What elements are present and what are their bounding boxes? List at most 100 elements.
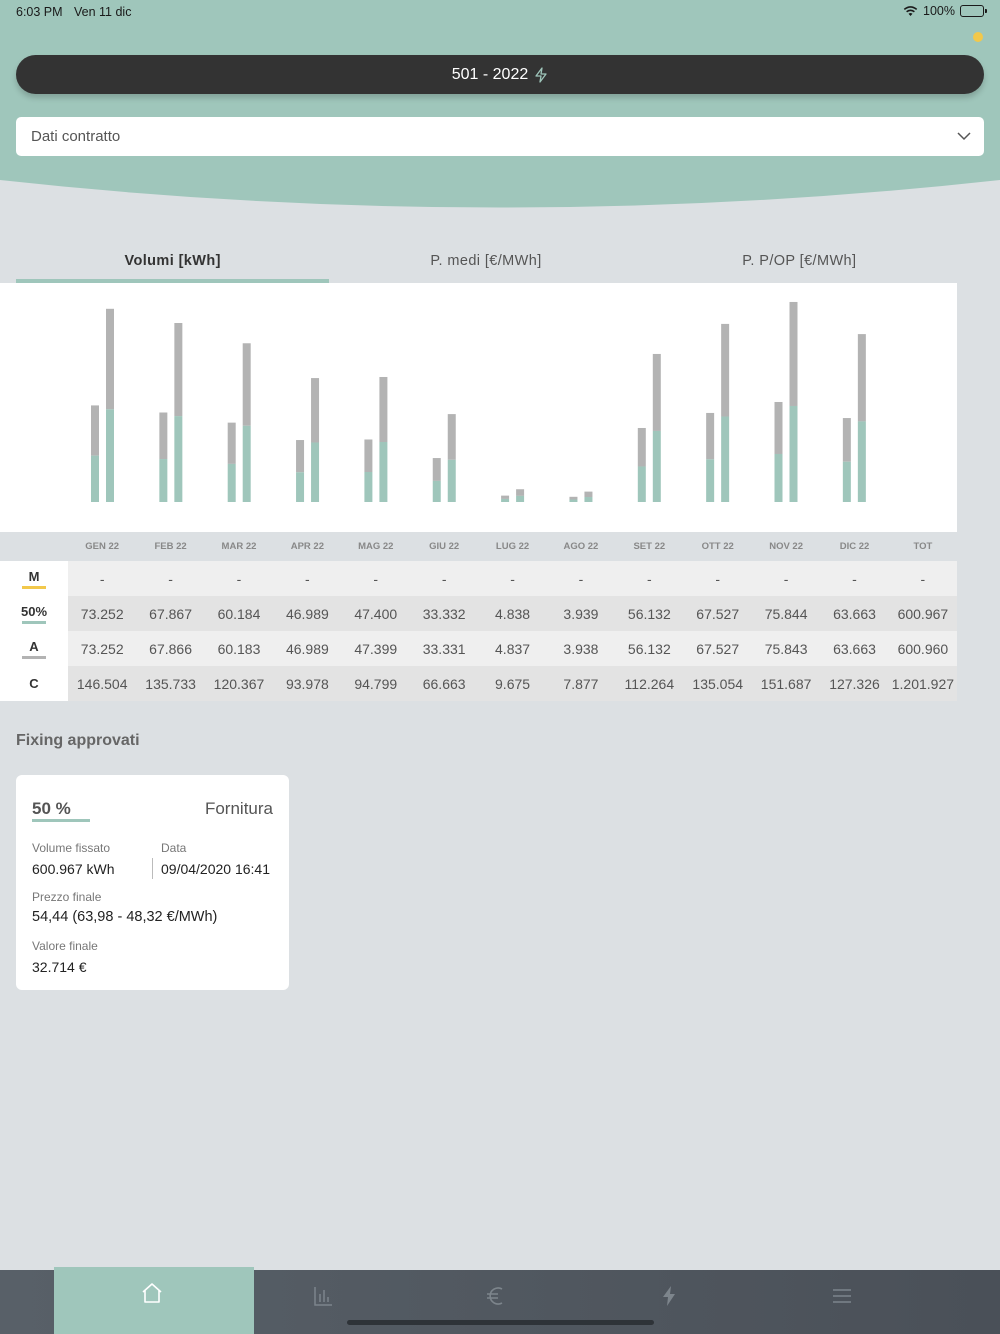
col-header: SET 22 <box>633 541 666 552</box>
col-header: MAR 22 <box>221 541 257 552</box>
table-cell: - <box>305 570 310 587</box>
bar-fifty-lower <box>432 480 441 502</box>
table-cell: 7.877 <box>563 675 599 692</box>
table-cell: 33.331 <box>422 640 466 657</box>
table-cell: 135.733 <box>145 675 196 692</box>
table-cell: 146.504 <box>76 675 128 692</box>
bar-total-lower <box>721 416 730 502</box>
table-cell: 4.837 <box>495 640 531 657</box>
chevron-down-icon <box>957 132 971 141</box>
col-header: LUG 22 <box>495 541 530 552</box>
bar-total-lower <box>447 459 456 502</box>
table-cell: - <box>99 570 105 587</box>
table-cell: 73.252 <box>80 640 124 657</box>
bar-total-upper <box>857 334 866 422</box>
fixing-kind: Fornitura <box>204 799 273 818</box>
fixing-card[interactable]: 50 % Fornitura Volume fissato 600.967 kW… <box>16 775 289 990</box>
fixing-percent: 50 % <box>32 799 71 818</box>
table-row: A 73.252 67.866 60.183 46.989 47.399 33.331 4.8… <box>0 631 957 666</box>
row-legend-bar <box>22 655 46 659</box>
row-legend-bar <box>22 585 46 589</box>
home-icon <box>142 1283 162 1303</box>
table-cell: 73.252 <box>80 605 124 622</box>
table-cell: 63.663 <box>833 640 876 657</box>
status-time: 6:03 PM <box>16 5 63 19</box>
bar-fifty-lower <box>227 463 236 502</box>
bar-total-upper <box>174 323 183 417</box>
table-row: C 146.504 135.733 120.367 93.978 94.799 66.663… <box>0 666 957 701</box>
table-cell: 3.939 <box>563 605 599 622</box>
bar-fifty-lower <box>159 459 168 502</box>
bar-fifty-upper <box>842 418 851 462</box>
bar-total-lower <box>789 405 798 502</box>
bolt-outline-icon <box>535 66 547 83</box>
col-header: OTT 22 <box>701 541 734 552</box>
bar-fifty-lower <box>842 461 851 502</box>
table-cell: 56.132 <box>627 605 671 622</box>
bar-fifty-upper <box>637 427 646 467</box>
status-date: Ven 11 dic <box>74 5 132 19</box>
table-cell: - <box>441 570 447 587</box>
bar-total-lower <box>242 425 251 502</box>
contract-selector[interactable]: 501 - 2022 <box>16 55 984 94</box>
table-cell: 75.844 <box>764 605 808 622</box>
col-header: FEB 22 <box>154 541 187 552</box>
table-cell: 46.989 <box>285 640 329 657</box>
chart-icon[interactable] <box>311 1284 335 1308</box>
col-header: APR 22 <box>290 541 324 552</box>
table-cell: 135.054 <box>692 675 744 692</box>
table-header: GEN 22 FEB 22 MAR 22 APR 22 MAG 22 GIU 2… <box>0 532 957 561</box>
percent-underline <box>32 819 90 822</box>
bar-total-lower <box>174 416 183 502</box>
col-header: AGO 22 <box>563 541 599 552</box>
col-header: TOT <box>913 541 933 552</box>
row-label-text: C <box>29 676 39 691</box>
table-cell: 600.967 <box>897 605 949 622</box>
bar-total-upper <box>721 323 730 417</box>
bar-fifty-upper <box>227 422 236 464</box>
table-cell: - <box>646 570 652 587</box>
row-label-text: 50% <box>20 603 48 619</box>
bar-fifty-upper <box>569 496 578 500</box>
bar-fifty-upper <box>501 495 510 499</box>
table-cell: 67.867 <box>149 605 192 622</box>
data-tabs: Volumi [kWh] P. medi [€/MWh] P. P/OP [€/… <box>16 246 956 283</box>
notification-dot[interactable] <box>973 32 983 42</box>
row-legend-bar <box>22 620 46 624</box>
bar-total-lower <box>106 409 114 502</box>
table-cell: - <box>236 570 242 587</box>
tab-prezzi-pop[interactable]: P. P/OP [€/MWh] <box>643 246 956 283</box>
wifi-icon <box>903 6 918 16</box>
tab-volumi[interactable]: Volumi [kWh] <box>16 246 330 283</box>
table-cell: 60.184 <box>217 605 261 622</box>
tab-home[interactable] <box>54 1267 254 1334</box>
col-header: GIU 22 <box>429 541 460 552</box>
bolt-icon[interactable] <box>657 1284 681 1308</box>
euro-icon[interactable] <box>484 1284 508 1308</box>
price-value: 54,44 (63,98 - 48,32 €/MWh) <box>32 909 218 925</box>
row-label: M <box>0 561 68 596</box>
row-label-text: A <box>29 638 39 654</box>
row-label: C <box>0 666 68 701</box>
dropdown-label: Dati contratto <box>31 128 121 145</box>
contract-data-dropdown[interactable]: Dati contratto <box>16 117 984 156</box>
bar-fifty-lower <box>91 455 99 502</box>
table-row: 50% 73.252 67.867 60.184 46.989 47.400 33.332 4… <box>0 596 957 631</box>
volume-table: GEN 22 FEB 22 MAR 22 APR 22 MAG 22 GIU 2… <box>0 532 957 701</box>
tab-prezzi-medi[interactable]: P. medi [€/MWh] <box>329 246 642 283</box>
bar-fifty-upper <box>91 405 99 456</box>
battery-icon <box>960 5 987 17</box>
col-header: DIC 22 <box>839 541 870 552</box>
table-row: M------------- <box>0 561 957 596</box>
table-cell: 9.675 <box>495 675 531 692</box>
menu-icon[interactable] <box>830 1284 854 1308</box>
table-cell: 75.843 <box>764 640 808 657</box>
divider <box>152 858 153 879</box>
table-cell: 600.960 <box>897 640 949 657</box>
bar-fifty-lower <box>296 472 305 502</box>
bar-total-upper <box>789 301 798 406</box>
table-cell: 33.332 <box>422 605 466 622</box>
bar-total-upper <box>311 378 320 443</box>
table-cell: - <box>578 570 584 587</box>
table-cell: 151.687 <box>760 675 812 692</box>
